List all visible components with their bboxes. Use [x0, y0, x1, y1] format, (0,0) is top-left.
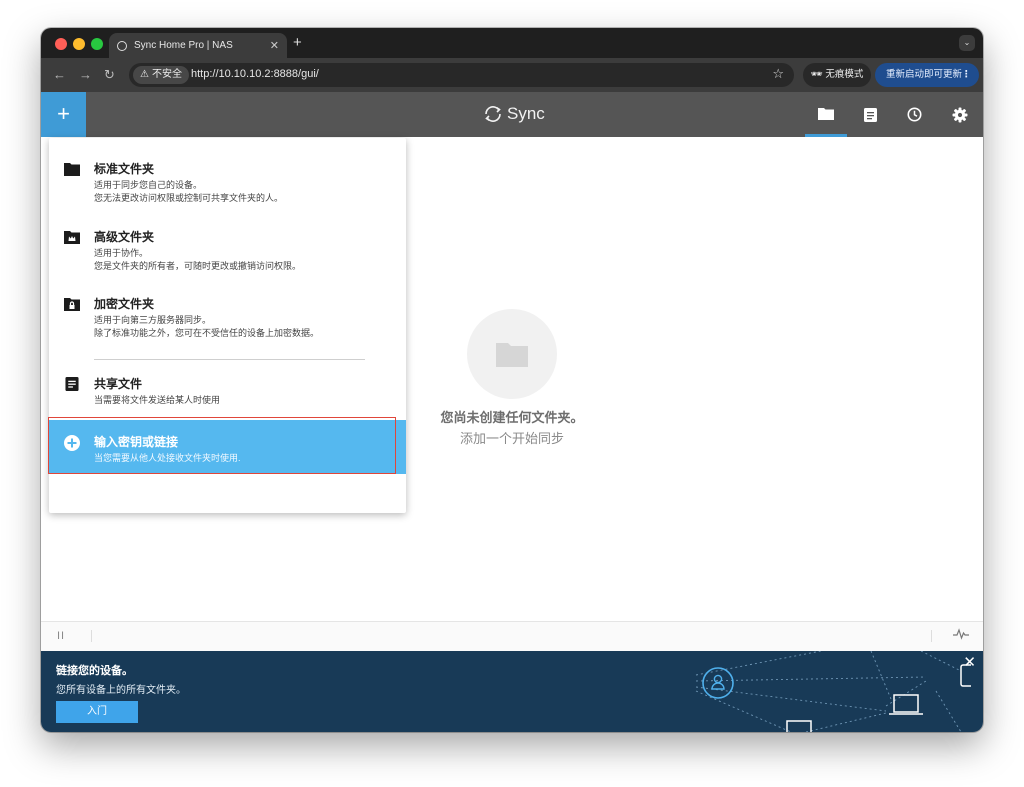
update-label: 重新启动即可更新: [886, 69, 963, 80]
incognito-icon: 🕶: [810, 69, 823, 80]
menu-item-title: 共享文件: [94, 377, 143, 391]
folder-icon: [64, 163, 80, 176]
update-button[interactable]: 重新启动即可更新 ⋮: [875, 63, 979, 87]
crown-folder-icon: [64, 231, 80, 244]
folders-tab[interactable]: [805, 92, 847, 137]
close-window-button[interactable]: [55, 38, 67, 50]
transfers-tab[interactable]: [849, 92, 891, 137]
status-bar: II: [41, 621, 983, 651]
document-icon: [863, 107, 877, 122]
folder-icon: [818, 107, 834, 120]
add-folder-button[interactable]: +: [41, 92, 86, 137]
tab-strip: Sync Home Pro | NAS ✕ + ⌄: [41, 28, 983, 58]
menu-divider: [94, 359, 365, 360]
document-icon: [65, 377, 79, 391]
devices-network-illustration: [695, 651, 971, 732]
settings-tab[interactable]: [939, 92, 981, 137]
tab-close-icon[interactable]: ✕: [270, 39, 279, 52]
sync-logo-icon: [485, 106, 501, 122]
back-icon[interactable]: ←: [53, 67, 66, 82]
address-bar[interactable]: ⚠ 不安全 http://10.10.10.2:8888/gui/ ☆: [129, 63, 794, 87]
pause-icon[interactable]: II: [57, 630, 65, 642]
warning-icon: ⚠: [140, 69, 149, 80]
app-logo-text: Sync: [507, 104, 545, 123]
highlight-annotation-frame: [48, 417, 396, 474]
browser-window: Sync Home Pro | NAS ✕ + ⌄ ← → ↻ ⚠ 不安全 htt…: [41, 28, 983, 732]
new-tab-icon[interactable]: +: [293, 34, 302, 51]
more-menu-icon[interactable]: ⋮: [962, 63, 972, 87]
app-header: + Sync: [41, 92, 983, 137]
settings-icon: [952, 107, 968, 122]
sync-favicon-icon: [117, 40, 127, 51]
url-text[interactable]: http://10.10.10.2:8888/gui/: [191, 68, 319, 80]
menu-item-desc: 适用于协作。 您是文件夹的所有者，可随时更改或撤销访问权限。: [94, 248, 302, 271]
tablet-icon: [960, 664, 971, 687]
tab-search-chevron-icon[interactable]: ⌄: [959, 35, 975, 51]
monitor-icon: [786, 720, 812, 732]
status-separator: [91, 630, 92, 642]
bookmark-star-icon[interactable]: ☆: [772, 66, 784, 82]
zoom-window-button[interactable]: [91, 38, 103, 50]
empty-folder-icon: [496, 343, 528, 367]
banner-subtitle: 您所有设备上的所有文件夹。: [56, 685, 186, 696]
lock-folder-icon: [64, 298, 80, 311]
get-started-button[interactable]: 入门: [56, 701, 138, 723]
laptop-icon: [893, 694, 919, 713]
status-separator: [931, 630, 932, 642]
tab-title: Sync Home Pro | NAS: [134, 40, 233, 51]
banner-title: 链接您的设备。: [56, 665, 133, 677]
menu-item-desc: 适用于向第三方服务器同步。 除了标准功能之外，您可在不受信任的设备上加密数据。: [94, 315, 320, 338]
app-logo: Sync: [482, 103, 545, 125]
security-chip-label: 不安全: [151, 69, 182, 80]
security-chip[interactable]: ⚠ 不安全: [133, 66, 189, 84]
empty-state-subtitle: 添加一个开始同步: [459, 431, 564, 446]
incognito-label: 无痕模式: [825, 69, 864, 80]
menu-item-title: 加密文件夹: [94, 297, 155, 311]
reload-icon[interactable]: ↻: [104, 67, 115, 83]
empty-state-illustration: [467, 309, 557, 399]
menu-item-title: 高级文件夹: [94, 230, 155, 244]
browser-tab[interactable]: Sync Home Pro | NAS ✕: [109, 33, 287, 58]
link-devices-banner: 链接您的设备。 您所有设备上的所有文件夹。 入门 ✕: [41, 651, 983, 732]
incognito-badge[interactable]: 🕶 无痕模式: [803, 63, 871, 87]
menu-item-desc: 适用于同步您自己的设备。 您无法更改访问权限或控制可共享文件夹的人。: [94, 180, 284, 203]
menu-item-title: 标准文件夹: [94, 162, 155, 176]
history-tab[interactable]: [893, 92, 935, 137]
minimize-window-button[interactable]: [73, 38, 85, 50]
empty-state-title: 您尚未创建任何文件夹。: [440, 410, 584, 425]
browser-toolbar: ← → ↻ ⚠ 不安全 http://10.10.10.2:8888/gui/ ☆…: [41, 58, 983, 92]
history-icon: [907, 107, 921, 122]
menu-item-desc: 当需要将文件发送给某人时使用: [94, 395, 221, 405]
activity-pulse-icon[interactable]: [953, 628, 969, 640]
forward-icon[interactable]: →: [79, 67, 92, 82]
